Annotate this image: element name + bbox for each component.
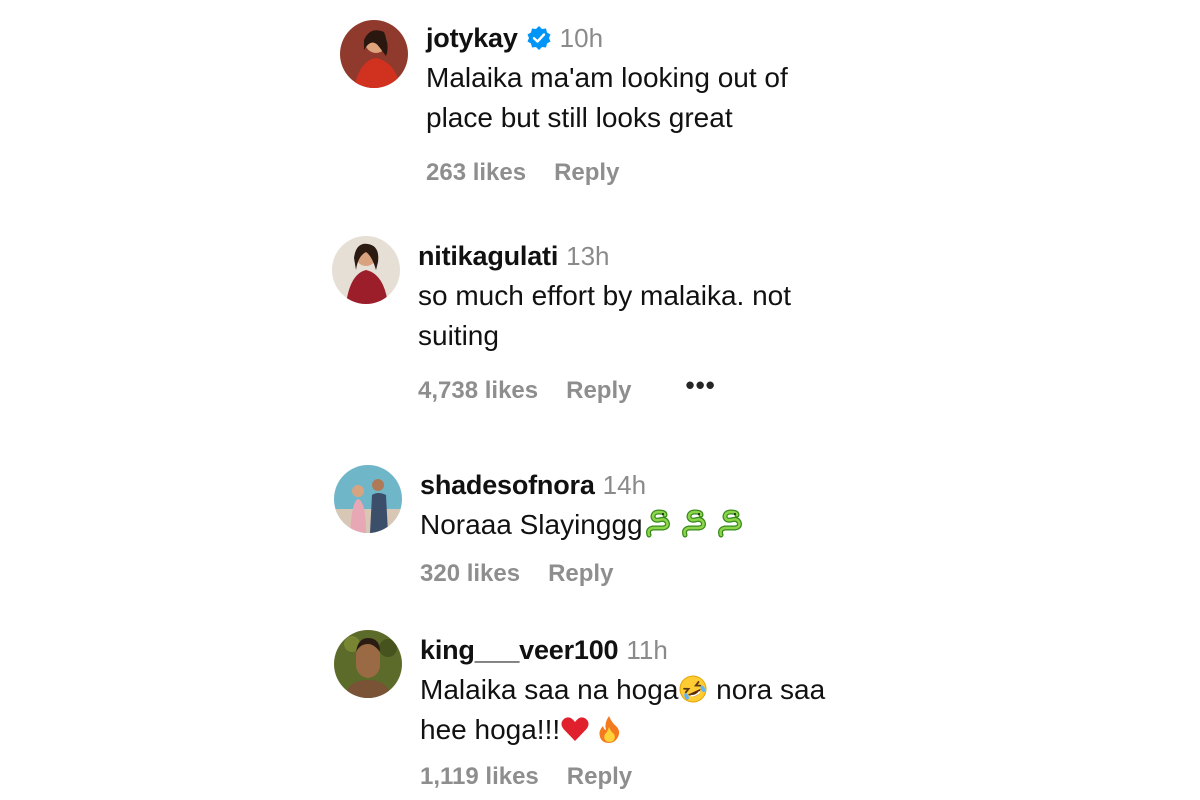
comment-text-line: place but still looks great: [426, 102, 733, 133]
comments-panel: jotykay 10h Malaika ma'am looking out of…: [316, 0, 876, 800]
likes-count[interactable]: 320 likes: [420, 560, 520, 588]
username[interactable]: king___veer100: [420, 635, 619, 666]
avatar[interactable]: [340, 20, 408, 88]
reply-button[interactable]: Reply: [567, 763, 632, 791]
username[interactable]: nitikagulati: [418, 241, 558, 272]
avatar[interactable]: [332, 236, 400, 304]
comment-time[interactable]: 11h: [626, 635, 667, 666]
rolling-laughing-emoji-icon: [678, 674, 708, 704]
comment-text: Malaika ma'am looking out of place but s…: [426, 58, 866, 138]
more-options-icon[interactable]: •••: [685, 372, 715, 398]
comment-text: so much effort by malaika. not suiting: [418, 276, 858, 356]
likes-count[interactable]: 263 likes: [426, 159, 526, 187]
username[interactable]: shadesofnora: [420, 470, 595, 501]
reply-button[interactable]: Reply: [548, 560, 613, 588]
fire-emoji-icon: [594, 714, 624, 744]
comment-text-segment: nora saa: [708, 674, 826, 705]
comment-time[interactable]: 13h: [566, 241, 609, 272]
comment-text: Noraaa Slayinggg: [420, 505, 860, 545]
man-portrait-avatar-icon: [334, 630, 402, 698]
username[interactable]: jotykay: [426, 23, 518, 54]
snake-emoji-icon: [715, 509, 745, 539]
likes-count[interactable]: 4,738 likes: [418, 377, 538, 405]
avatar[interactable]: [334, 630, 402, 698]
comment-text: Malaika saa na hoga nora saa hee hoga!!!: [420, 670, 860, 750]
verified-badge-icon: [526, 25, 552, 51]
likes-count[interactable]: 1,119 likes: [420, 763, 539, 791]
avatar[interactable]: [334, 465, 402, 533]
comment-text-line: Malaika ma'am looking out of: [426, 62, 788, 93]
comment-text-line: Malaika saa na hoga nora saa: [420, 670, 860, 710]
comment-text-line: Noraaa Slayinggg: [420, 509, 643, 540]
comment-text-line: hee hoga!!!: [420, 710, 860, 750]
comment-time[interactable]: 14h: [603, 470, 646, 501]
woman-red-dress-avatar-icon: [340, 20, 408, 88]
comment-text-line: so much effort by malaika. not: [418, 280, 791, 311]
comment-text-line: suiting: [418, 320, 499, 351]
comment-time[interactable]: 10h: [560, 23, 603, 54]
snake-emoji-icon: [679, 509, 709, 539]
red-heart-emoji-icon: [560, 714, 590, 744]
couple-avatar-icon: [334, 465, 402, 533]
snake-emoji-icon: [643, 509, 673, 539]
comment-text-segment: Malaika saa na hoga: [420, 674, 679, 705]
woman-maroon-dress-avatar-icon: [332, 236, 400, 304]
reply-button[interactable]: Reply: [566, 377, 631, 405]
reply-button[interactable]: Reply: [554, 159, 619, 187]
comment-text-segment: hee hoga!!!: [420, 714, 561, 745]
